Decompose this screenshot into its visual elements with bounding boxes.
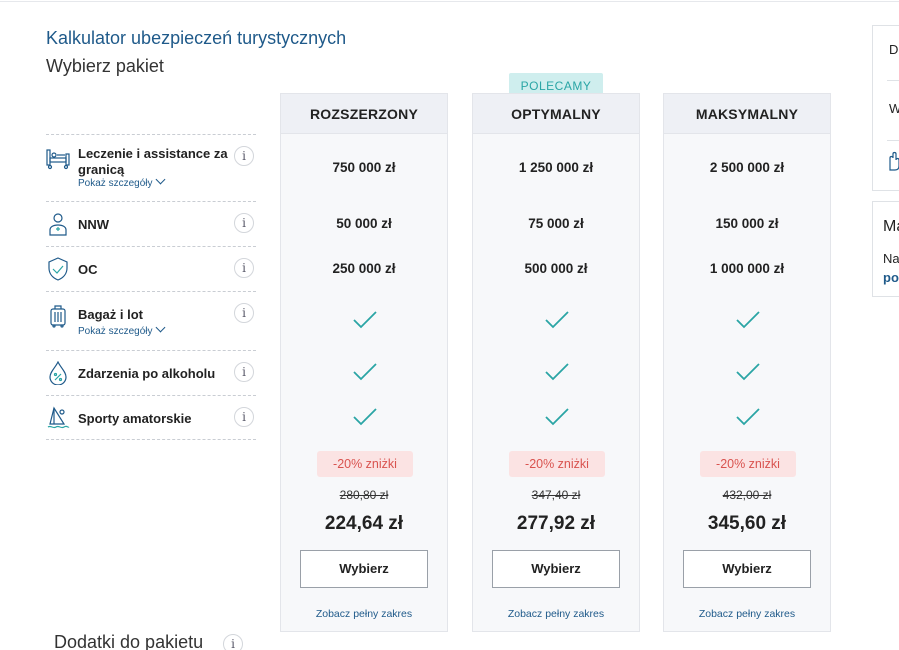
price: 224,64 zł — [324, 513, 404, 534]
panel-text: Na — [883, 251, 899, 266]
checkmark-icon — [545, 408, 569, 426]
info-panel: Ma Na po — [872, 201, 899, 297]
top-divider — [0, 1, 899, 2]
info-icon[interactable]: i — [234, 146, 254, 166]
choose-package-heading: Wybierz pakiet — [46, 56, 164, 76]
feature-row-alcohol: Zdarzenia po alkoholu i — [46, 350, 256, 395]
divider — [887, 140, 899, 141]
suitcase-icon — [50, 305, 66, 328]
checkmark-icon — [545, 363, 569, 381]
package-name: ROZSZERZONY — [281, 94, 447, 134]
summary-panel: D W — [872, 25, 899, 191]
summary-row-label: W — [889, 101, 899, 116]
person-injury-icon — [49, 213, 67, 236]
drop-percent-icon — [49, 361, 67, 385]
show-details-link[interactable]: Pokaż szczegóły — [78, 174, 166, 189]
package-card-maksymalny: MAKSYMALNY 2 500 000 zł 150 000 zł 1 000… — [663, 93, 831, 632]
nnw-sum: 150 000 zł — [715, 216, 779, 231]
nnw-sum: 75 000 zł — [528, 216, 584, 231]
oc-sum: 500 000 zł — [524, 261, 588, 276]
old-price: 432,00 zł — [722, 488, 772, 502]
addons-heading: Dodatki do pakietu — [54, 632, 204, 650]
package-card-rozszerzony: ROZSZERZONY 750 000 zł 50 000 zł 250 000… — [280, 93, 448, 632]
choose-button[interactable]: Wybierz — [300, 550, 428, 588]
checkmark-icon — [353, 363, 377, 381]
shield-check-icon — [48, 257, 68, 281]
feature-row-baggage: Bagaż i lot Pokaż szczegóły i — [46, 291, 256, 350]
discount-badge: -20% zniżki — [509, 451, 605, 477]
feature-row-treatment: Leczenie i assistance za granicą Pokaż s… — [46, 134, 256, 201]
info-icon[interactable]: i — [223, 634, 243, 650]
treatment-sum: 1 250 000 zł — [518, 160, 594, 175]
price: 277,92 zł — [516, 513, 596, 534]
oc-sum: 1 000 000 zł — [709, 261, 785, 276]
checkmark-icon — [736, 363, 760, 381]
choose-button[interactable]: Wybierz — [492, 550, 620, 588]
nnw-sum: 50 000 zł — [336, 216, 392, 231]
checkmark-icon — [545, 311, 569, 329]
oc-sum: 250 000 zł — [332, 261, 396, 276]
feature-label: Sporty amatorskie — [78, 411, 192, 426]
checkmark-icon — [353, 311, 377, 329]
treatment-sum: 2 500 000 zł — [709, 160, 785, 175]
feature-list: Leczenie i assistance za granicą Pokaż s… — [46, 134, 256, 440]
hand-icon — [889, 151, 899, 171]
package-name: MAKSYMALNY — [664, 94, 830, 134]
price: 345,60 zł — [707, 513, 787, 534]
old-price: 347,40 zł — [531, 488, 581, 502]
package-card-optymalny: OPTYMALNY 1 250 000 zł 75 000 zł 500 000… — [472, 93, 640, 632]
chevron-down-icon — [156, 322, 166, 333]
windsurfer-icon — [47, 406, 70, 429]
feature-label: Bagaż i lot — [78, 307, 144, 322]
info-icon[interactable]: i — [234, 407, 254, 427]
feature-label: NNW — [78, 217, 110, 232]
feature-label: Leczenie i assistance za granicą — [78, 146, 228, 177]
info-icon[interactable]: i — [234, 213, 254, 233]
full-range-link[interactable]: Zobacz pełny zakres — [281, 608, 447, 620]
full-range-link[interactable]: Zobacz pełny zakres — [664, 608, 830, 620]
feature-row-oc: OC i — [46, 246, 256, 291]
panel-title: Ma — [883, 218, 899, 235]
feature-label: Zdarzenia po alkoholu — [78, 366, 216, 381]
panel-link[interactable]: po — [883, 270, 899, 285]
full-range-link[interactable]: Zobacz pełny zakres — [473, 608, 639, 620]
choose-button[interactable]: Wybierz — [683, 550, 811, 588]
info-icon[interactable]: i — [234, 303, 254, 323]
feature-row-nnw: NNW i — [46, 201, 256, 246]
old-price: 280,80 zł — [339, 488, 389, 502]
discount-badge: -20% zniżki — [700, 451, 796, 477]
package-name: OPTYMALNY — [473, 94, 639, 134]
show-details-link[interactable]: Pokaż szczegóły — [78, 322, 166, 337]
hospital-bed-icon — [46, 149, 70, 170]
calculator-title: Kalkulator ubezpieczeń turystycznych — [46, 28, 347, 48]
checkmark-icon — [353, 408, 377, 426]
divider — [887, 80, 899, 81]
discount-badge: -20% zniżki — [317, 451, 413, 477]
feature-label: OC — [78, 262, 98, 277]
treatment-sum: 750 000 zł — [332, 160, 396, 175]
checkmark-icon — [736, 408, 760, 426]
info-icon[interactable]: i — [234, 258, 254, 278]
info-icon[interactable]: i — [234, 362, 254, 382]
feature-row-sports: Sporty amatorskie i — [46, 395, 256, 440]
summary-row-label: D — [889, 42, 899, 57]
checkmark-icon — [736, 311, 760, 329]
